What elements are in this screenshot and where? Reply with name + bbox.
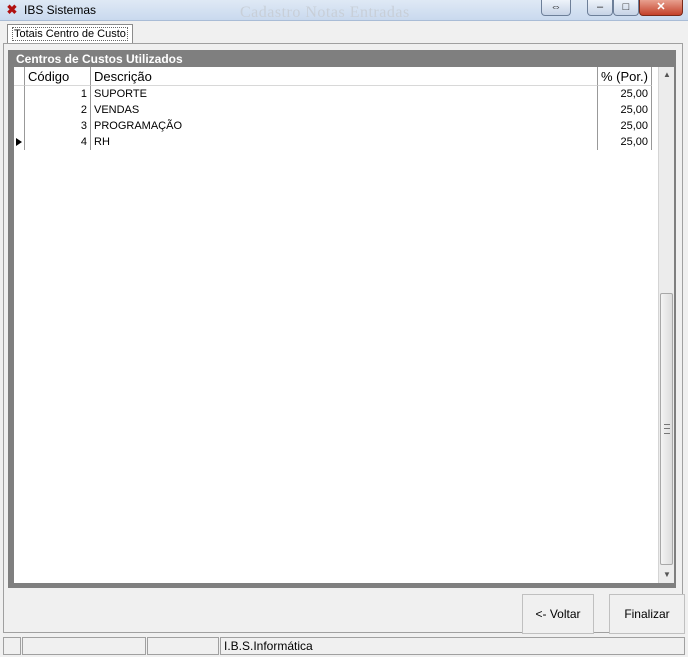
- back-button[interactable]: <- Voltar: [522, 594, 594, 634]
- cell-descricao[interactable]: PROGRAMAÇÃO: [91, 118, 598, 134]
- scroll-down-icon[interactable]: ▼: [659, 567, 675, 583]
- maximize-icon: □: [622, 1, 630, 13]
- status-panel: [22, 637, 146, 655]
- tab-label: Totais Centro de Custo: [12, 27, 128, 41]
- restore-layout-button[interactable]: ⇔: [541, 0, 571, 16]
- cell-codigo[interactable]: 1: [25, 86, 91, 102]
- table-row[interactable]: 2 VENDAS 25,00: [14, 102, 652, 118]
- row-indicator-header: [14, 67, 25, 86]
- status-panel: [3, 637, 21, 655]
- table-row[interactable]: 1 SUPORTE 25,00: [14, 86, 652, 102]
- row-indicator: [14, 102, 25, 118]
- close-button[interactable]: ✕: [639, 0, 683, 16]
- row-indicator: [14, 118, 25, 134]
- column-header-percentual[interactable]: % (Por.): [598, 67, 652, 86]
- cell-percentual[interactable]: 25,00: [598, 118, 652, 134]
- table-row[interactable]: 3 PROGRAMAÇÃO 25,00: [14, 118, 652, 134]
- tab-totais-centro-de-custo[interactable]: Totais Centro de Custo: [7, 24, 133, 43]
- scroll-up-icon[interactable]: ▲: [659, 67, 675, 83]
- grid-vertical-scrollbar[interactable]: ▲ ▼: [658, 67, 674, 583]
- cell-codigo[interactable]: 2: [25, 102, 91, 118]
- column-header-descricao[interactable]: Descrição: [91, 67, 598, 86]
- cell-descricao[interactable]: VENDAS: [91, 102, 598, 118]
- close-icon: ✕: [656, 1, 666, 13]
- row-indicator: [14, 134, 25, 150]
- cell-descricao[interactable]: RH: [91, 134, 598, 150]
- current-row-pointer-icon: [16, 138, 22, 146]
- cost-centers-grid[interactable]: Código Descrição % (Por.) 1 SUPORTE 25,0…: [14, 67, 658, 583]
- cell-descricao[interactable]: SUPORTE: [91, 86, 598, 102]
- status-panel: [147, 637, 219, 655]
- cell-percentual[interactable]: 25,00: [598, 86, 652, 102]
- finish-button[interactable]: Finalizar: [609, 594, 685, 634]
- row-indicator: [14, 86, 25, 102]
- maximize-button[interactable]: □: [613, 0, 639, 16]
- panel-title: Centros de Custos Utilizados: [16, 52, 183, 66]
- column-header-codigo[interactable]: Código: [25, 67, 91, 86]
- tab-strip: Totais Centro de Custo: [3, 22, 685, 46]
- table-row[interactable]: 4 RH 25,00: [14, 134, 652, 150]
- grip-icon: [664, 424, 670, 434]
- scrollbar-thumb[interactable]: [660, 293, 673, 565]
- background-window-title: Cadastro Notas Entradas: [240, 4, 410, 21]
- app-logo-icon[interactable]: ✖: [5, 3, 19, 17]
- arrows-horizontal-icon: ⇔: [550, 1, 562, 13]
- status-company: I.B.S.Informática: [220, 637, 685, 655]
- cell-percentual[interactable]: 25,00: [598, 102, 652, 118]
- cost-centers-panel: Centros de Custos Utilizados Código Desc…: [8, 50, 676, 588]
- cell-codigo[interactable]: 3: [25, 118, 91, 134]
- minimize-button[interactable]: –: [587, 0, 613, 16]
- cell-codigo[interactable]: 4: [25, 134, 91, 150]
- status-bar: I.B.S.Informática: [3, 636, 685, 655]
- minimize-icon: –: [596, 1, 604, 13]
- window-title: IBS Sistemas: [24, 3, 97, 17]
- cell-percentual[interactable]: 25,00: [598, 134, 652, 150]
- title-bar: ✖ IBS Sistemas Cadastro Notas Entradas ⇔…: [0, 0, 688, 21]
